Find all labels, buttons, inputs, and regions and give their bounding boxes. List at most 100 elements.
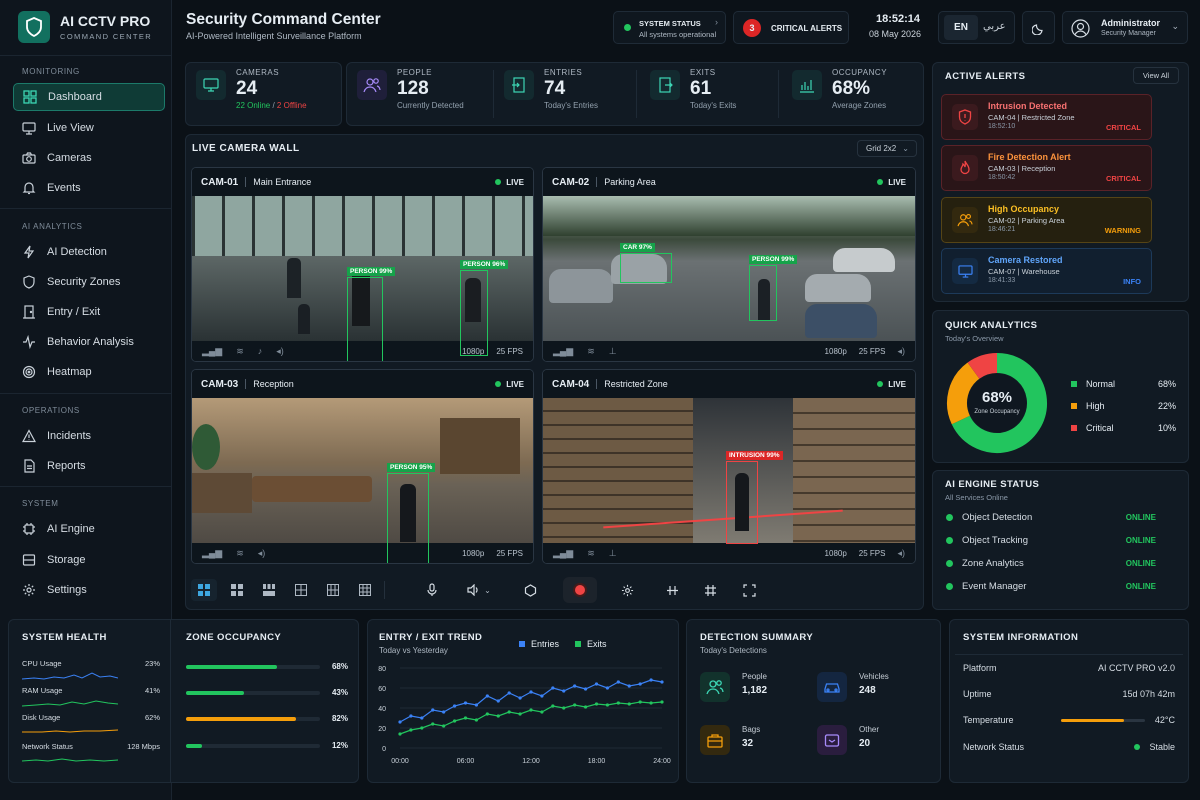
detection-label: CAR 97% [620, 243, 655, 252]
legend-value: 68% [1157, 379, 1176, 389]
system-status-card[interactable]: SYSTEM STATUS All systems operational › [613, 11, 726, 44]
view-all-alerts-button[interactable]: View All [1133, 67, 1179, 84]
data-point-exits [627, 702, 631, 706]
record-button[interactable] [563, 577, 597, 603]
microphone-button[interactable] [419, 579, 445, 601]
layout-3x3-button[interactable] [256, 579, 282, 601]
camera-tile-cam-03[interactable]: CAM-03 Reception LIVE PERSON 95% ▂▄▆ ≋ ◂) 1… [191, 369, 534, 564]
donut-center-label: Zone Occupancy [974, 409, 1020, 415]
zone-row: 82% [186, 714, 348, 724]
alert-title: Camera Restored [988, 255, 1063, 265]
sidebar-item-events[interactable]: Events [13, 174, 165, 202]
user-avatar-icon [1071, 19, 1090, 38]
legend-label: Entries [531, 639, 560, 649]
grid-layout-select[interactable]: Grid 2x2 ⌄ [857, 140, 917, 157]
camera-settings-button[interactable] [614, 579, 640, 601]
sidebar-item-behavior-analysis[interactable]: Behavior Analysis [13, 328, 165, 356]
data-point-exits [420, 726, 424, 730]
detection-item-bags: Bags 32 [700, 725, 760, 755]
snapshot-button[interactable] [517, 579, 543, 601]
sidebar-item-ai-engine[interactable]: AI Engine [13, 515, 165, 543]
user-menu[interactable]: Administrator Security Manager ⌄ [1062, 11, 1188, 44]
lang-ar-button[interactable]: عربي [983, 21, 1006, 32]
intrusion-box: INTRUSION 99% [726, 451, 783, 544]
nav-section-ai-analytics: AI ANALYTICS [22, 222, 83, 231]
data-point-exits [518, 712, 522, 716]
sidebar-item-settings[interactable]: Settings [13, 576, 165, 604]
document-icon [24, 459, 35, 473]
zone-row: 12% [186, 741, 348, 751]
layout-1x1-button[interactable] [191, 579, 217, 601]
health-label: Network Status [22, 742, 73, 751]
y-tick-label: 80 [378, 666, 386, 673]
data-point-entries [583, 687, 588, 691]
data-point-exits [496, 714, 500, 718]
sidebar-item-dashboard[interactable]: Dashboard [13, 83, 165, 111]
x-tick-label: 00:00 [391, 758, 409, 765]
camera-fps: 25 FPS [496, 548, 523, 558]
detection-item-people: People 1,182 [700, 672, 767, 702]
sidebar-item-reports[interactable]: Reports [13, 452, 165, 480]
layout-2x2-button[interactable] [224, 579, 250, 601]
camera-feed-image: CAR 97% PERSON 99% [543, 196, 915, 341]
ptz-button[interactable] [697, 579, 723, 601]
sidebar-item-cameras[interactable]: Cameras [13, 144, 165, 172]
data-point-exits [660, 700, 664, 704]
data-point-exits [649, 701, 653, 705]
people-icon [357, 70, 387, 100]
alert-item[interactable]: Camera Restored CAM-07 | Warehouse 18:41… [941, 248, 1152, 294]
camera-name: Reception [253, 379, 294, 389]
data-point-entries [540, 694, 544, 698]
alert-severity: CRITICAL [1106, 123, 1141, 132]
live-badge: LIVE [877, 380, 906, 389]
detection-value: 248 [859, 685, 876, 696]
zone-bar [186, 665, 278, 669]
camera-tile-cam-04[interactable]: CAM-04 Restricted Zone LIVE INTRUSION 99… [542, 369, 916, 564]
crop-button[interactable] [659, 579, 685, 601]
alert-title: Intrusion Detected [988, 101, 1068, 111]
legend-item-normal: Normal 68% [1071, 373, 1176, 395]
sidebar-item-incidents[interactable]: Incidents [13, 422, 165, 450]
sidebar-item-label: AI Detection [47, 246, 107, 258]
info-row: Network Status Stable [963, 742, 1175, 752]
camera-tile-cam-01[interactable]: CAM-01 Main Entrance LIVE PERSON 99% PER… [191, 167, 534, 362]
sidebar-item-live-view[interactable]: Live View [13, 114, 165, 142]
engine-status: ONLINE [1125, 536, 1156, 545]
language-switch[interactable]: EN عربي [938, 11, 1015, 44]
alert-item[interactable]: Fire Detection Alert CAM-03 | Reception … [941, 145, 1152, 191]
health-value: 128 Mbps [127, 742, 160, 751]
sidebar-item-entry-exit[interactable]: Entry / Exit [13, 298, 165, 326]
wifi-icon: ≋ [587, 547, 595, 558]
lang-en-button[interactable]: EN [944, 15, 978, 40]
info-label: Temperature [963, 715, 1014, 725]
critical-alerts-button[interactable]: 3 CRITICAL ALERTS [733, 11, 849, 44]
sidebar-item-security-zones[interactable]: Security Zones [13, 268, 165, 296]
fullscreen-button[interactable] [736, 579, 762, 601]
volume-button[interactable]: ⌄ [462, 579, 496, 601]
sidebar-item-label: Incidents [47, 430, 92, 442]
bolt-icon [23, 245, 35, 259]
sidebar-item-heatmap[interactable]: Heatmap [13, 358, 165, 386]
layout-multi-button[interactable] [352, 579, 378, 601]
camera-tile-cam-02[interactable]: CAM-02 Parking Area LIVE CAR 97% PERSON … [542, 167, 916, 362]
kpi-label: OCCUPANCY [832, 68, 888, 77]
x-tick-label: 18:00 [588, 758, 606, 765]
detection-label: PERSON 99% [347, 267, 396, 276]
sidebar-item-storage[interactable]: Storage [13, 546, 165, 574]
camera-id: CAM-04 [552, 378, 590, 390]
theme-toggle-button[interactable] [1022, 11, 1055, 44]
kpi-sub: Today's Entries [544, 101, 598, 110]
camera-feed-image: PERSON 99% PERSON 96% [192, 196, 533, 361]
health-row: Network Status 128 Mbps [22, 742, 160, 751]
signal-icon: ▂▄▆ [553, 345, 574, 356]
layout-quad-button[interactable] [288, 579, 314, 601]
chevron-right-icon: › [715, 17, 718, 27]
speaker-icon: ◂) [897, 345, 905, 356]
alert-item[interactable]: Intrusion Detected CAM-04 | Restricted Z… [941, 94, 1152, 140]
page-subtitle: AI-Powered Intelligent Surveillance Plat… [186, 31, 362, 41]
alert-item[interactable]: High Occupancy CAM-02 | Parking Area 18:… [941, 197, 1152, 243]
data-point-entries [649, 678, 653, 682]
sidebar-item-ai-detection[interactable]: AI Detection [13, 238, 165, 266]
layout-split-button[interactable] [320, 579, 346, 601]
record-icon [575, 585, 585, 595]
